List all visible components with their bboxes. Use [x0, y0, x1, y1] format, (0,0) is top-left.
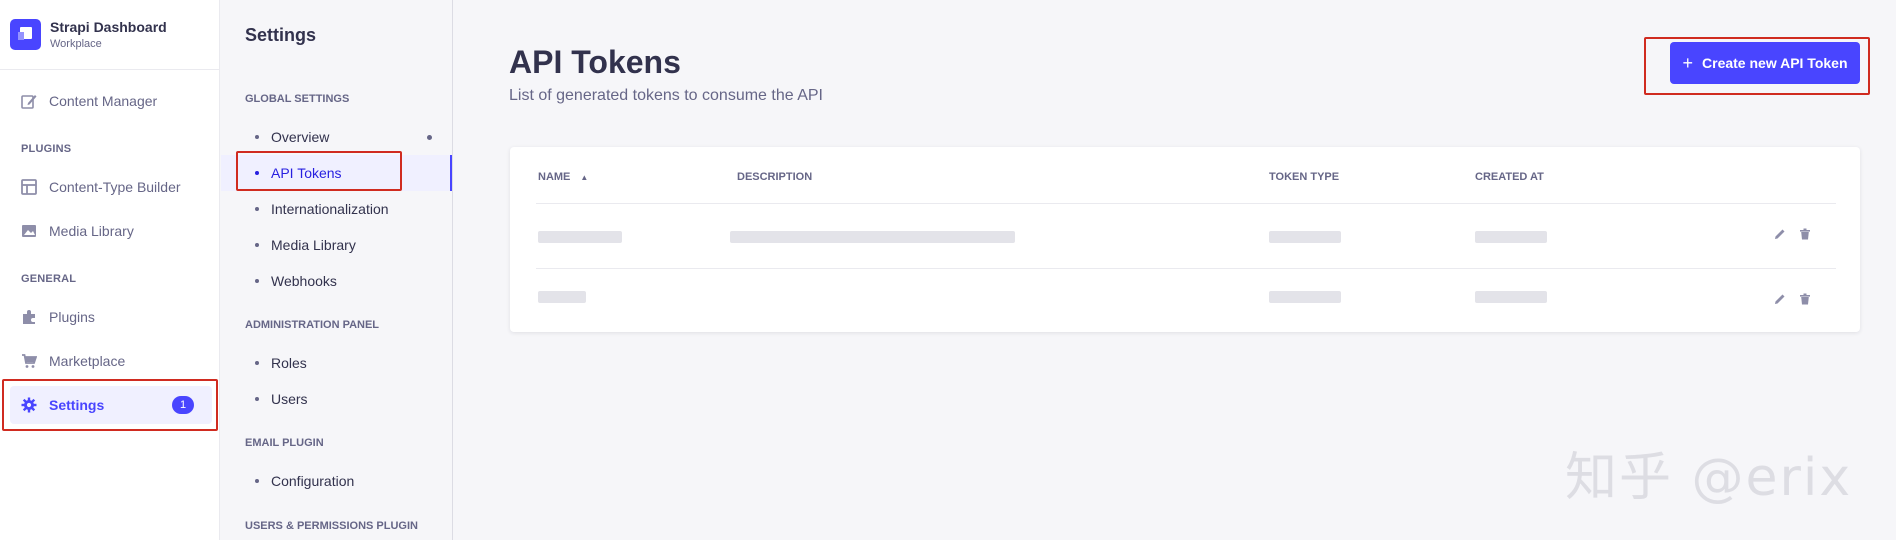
- shopping-cart-icon: [21, 353, 37, 369]
- nav-item-marketplace[interactable]: Marketplace: [10, 342, 212, 380]
- api-tokens-table: NAME ▲ DESCRIPTION TOKEN TYPE CREATED AT: [510, 147, 1860, 332]
- brand-workspace: Workplace: [50, 38, 102, 50]
- subnav-item-webhooks[interactable]: Webhooks: [221, 263, 452, 299]
- redacted-token-type: [1269, 291, 1341, 303]
- watermark: 知乎 @erix: [1565, 448, 1853, 508]
- sort-ascending-icon[interactable]: ▲: [580, 173, 588, 182]
- main-nav: Strapi Dashboard Workplace Content Manag…: [0, 0, 220, 540]
- trash-icon[interactable]: [1798, 292, 1812, 306]
- subnav-label: Internationalization: [271, 201, 389, 217]
- nav-section-plugins: PLUGINS: [21, 143, 72, 155]
- subnav-item-roles[interactable]: Roles: [221, 345, 452, 381]
- subnav-title: Settings: [245, 25, 317, 45]
- image-icon: [21, 223, 37, 239]
- bullet-icon: [255, 207, 259, 211]
- redacted-description: [730, 231, 1015, 243]
- nav-item-content-type-builder[interactable]: Content-Type Builder: [10, 168, 212, 206]
- strapi-logo-icon: [10, 19, 41, 50]
- redacted-name: [538, 231, 622, 243]
- bullet-icon: [255, 397, 259, 401]
- column-header-name[interactable]: NAME ▲: [538, 171, 588, 183]
- column-header-description: DESCRIPTION: [737, 171, 813, 183]
- redacted-created-at: [1475, 291, 1547, 303]
- divider: [536, 203, 1836, 204]
- subnav-section-users-permissions-plugin: USERS & PERMISSIONS PLUGIN: [245, 520, 418, 532]
- nav-label: Content-Type Builder: [49, 179, 181, 195]
- edit-pencil-icon[interactable]: [1773, 292, 1787, 306]
- redacted-created-at: [1475, 231, 1547, 243]
- nav-item-plugins[interactable]: Plugins: [10, 298, 212, 336]
- nav-label: Marketplace: [49, 353, 126, 369]
- highlight-box-settings: [2, 379, 218, 431]
- subnav-item-overview[interactable]: Overview: [221, 119, 452, 155]
- bullet-icon: [255, 279, 259, 283]
- subnav-section-administration-panel: ADMINISTRATION PANEL: [245, 319, 380, 331]
- nav-label: Media Library: [49, 223, 134, 239]
- subnav-label: Media Library: [271, 237, 356, 253]
- column-header-created-at: CREATED AT: [1475, 171, 1544, 183]
- subnav-item-media-library[interactable]: Media Library: [221, 227, 452, 263]
- subnav-label: Configuration: [271, 473, 355, 489]
- subnav-section-email-plugin: EMAIL PLUGIN: [245, 437, 324, 449]
- subnav-label: Overview: [271, 129, 330, 145]
- new-indicator-dot: [427, 135, 432, 140]
- trash-icon[interactable]: [1798, 227, 1812, 241]
- nav-item-content-manager[interactable]: Content Manager: [10, 82, 212, 120]
- nav-label: Plugins: [49, 309, 95, 325]
- nav-section-general: GENERAL: [21, 273, 77, 285]
- redacted-token-type: [1269, 231, 1341, 243]
- page-title: API Tokens: [509, 44, 681, 80]
- bullet-icon: [255, 361, 259, 365]
- subnav-section-global-settings: GLOBAL SETTINGS: [245, 93, 350, 105]
- divider: [536, 268, 1836, 269]
- brand-title: Strapi Dashboard: [50, 19, 167, 35]
- bullet-icon: [255, 243, 259, 247]
- redacted-name: [538, 291, 586, 303]
- subnav-item-configuration[interactable]: Configuration: [221, 463, 452, 499]
- pencil-icon: [21, 93, 37, 109]
- edit-pencil-icon[interactable]: [1773, 227, 1787, 241]
- subnav-label: Webhooks: [271, 273, 337, 289]
- settings-subnav: Settings GLOBAL SETTINGS Overview API To…: [221, 0, 453, 540]
- bullet-icon: [255, 479, 259, 483]
- page-subtitle: List of generated tokens to consume the …: [509, 87, 823, 104]
- subnav-item-internationalization[interactable]: Internationalization: [221, 191, 452, 227]
- subnav-label: Users: [271, 391, 308, 407]
- subnav-item-users[interactable]: Users: [221, 381, 452, 417]
- brand[interactable]: Strapi Dashboard Workplace: [0, 0, 219, 70]
- highlight-box-create-button: [1644, 37, 1870, 95]
- column-header-token-type: TOKEN TYPE: [1269, 171, 1340, 183]
- subnav-label: Roles: [271, 355, 307, 371]
- layout-icon: [21, 179, 37, 195]
- nav-label: Content Manager: [49, 93, 158, 109]
- puzzle-icon: [21, 309, 37, 325]
- bullet-icon: [255, 135, 259, 139]
- nav-item-media-library[interactable]: Media Library: [10, 212, 212, 250]
- highlight-box-api-tokens: [236, 151, 402, 191]
